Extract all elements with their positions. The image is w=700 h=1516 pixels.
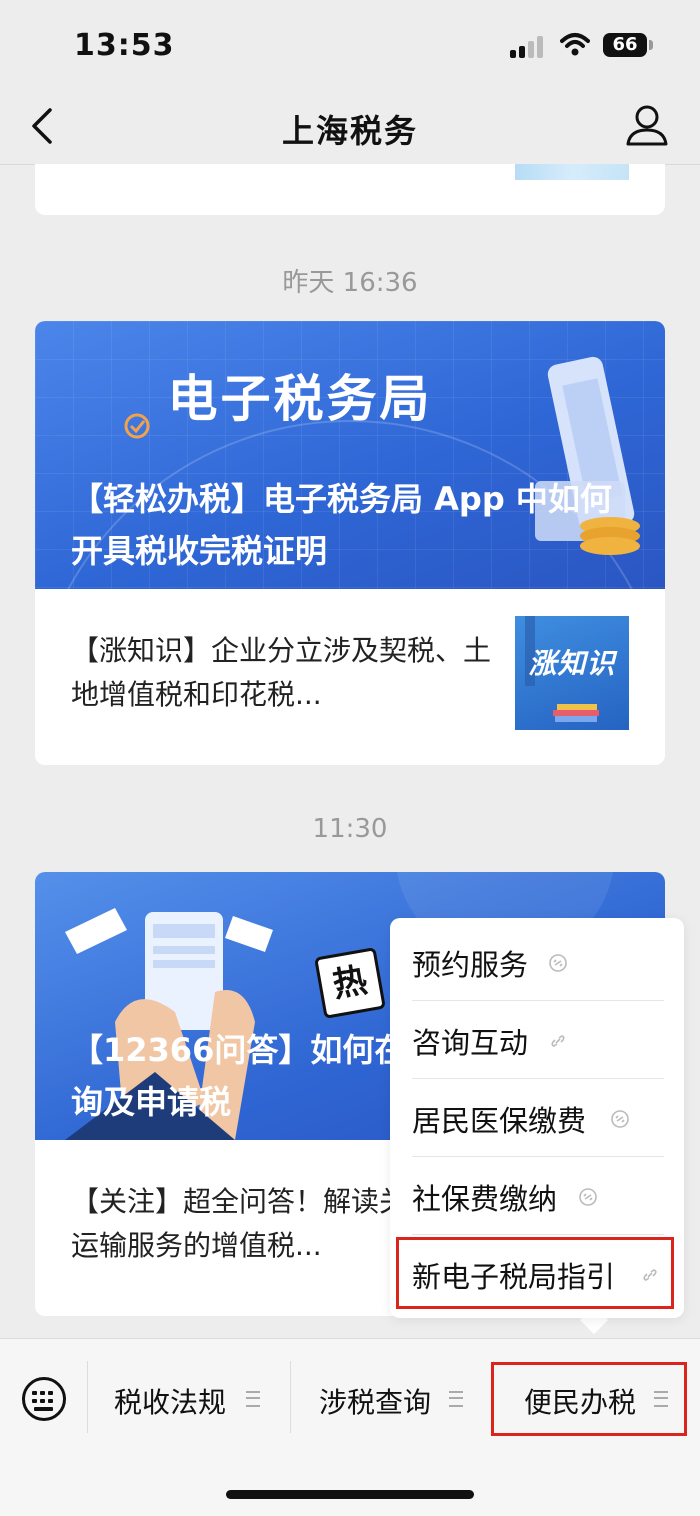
sub-article-title: 【涨知识】企业分立涉及契税、土地增值税和印花税...: [71, 634, 491, 711]
profile-icon[interactable]: [624, 102, 670, 148]
tab-tax-inquiry[interactable]: 涉税查询: [291, 1361, 493, 1435]
home-indicator: [226, 1490, 474, 1499]
link-icon: [551, 1035, 565, 1047]
highlight-box-menu-item: [396, 1237, 674, 1309]
keyboard-toggle-icon[interactable]: [22, 1377, 66, 1421]
battery-tip: [649, 40, 653, 50]
message-timestamp: 昨天 16:36: [282, 268, 418, 298]
article-thumbnail: 涨知识: [515, 616, 629, 730]
thumbnail-text: 涨知识: [528, 647, 616, 680]
menu-lines-icon: [449, 1391, 463, 1407]
status-time: 13:53: [74, 28, 175, 63]
battery-indicator: 66: [603, 33, 647, 57]
menu-item-label: 预约服务: [412, 948, 529, 982]
status-bar: 13:53 66: [0, 0, 700, 90]
tab-label: 涉税查询: [319, 1386, 432, 1419]
menu-item-label: 社保费缴纳: [412, 1182, 558, 1216]
menu-item-label: 居民医保缴费: [412, 1104, 587, 1138]
menu-item-consultation[interactable]: 咨询互动: [412, 1000, 664, 1079]
highlight-box-tab: [491, 1362, 687, 1436]
mini-program-link-icon: [611, 1110, 629, 1128]
menu-lines-icon: [246, 1391, 260, 1407]
hero-heading: 电子税务局: [167, 370, 433, 428]
message-timestamp: 11:30: [312, 814, 388, 844]
menu-item-appointment[interactable]: 预约服务: [412, 922, 664, 1001]
article-group-card: 电子税务局 【轻松办税】电子税务局 App 中如何开具税收完税证明 【涨知识】企…: [35, 321, 665, 765]
wifi-icon: [560, 33, 590, 56]
previous-article-card[interactable]: [35, 164, 665, 215]
menu-item-social-insurance[interactable]: 社保费缴纳: [412, 1156, 664, 1235]
mini-program-link-icon: [549, 954, 567, 972]
mini-program-link-icon: [579, 1188, 597, 1206]
hot-badge: 热: [314, 947, 386, 1019]
tab-tax-regulations[interactable]: 税收法规: [88, 1361, 290, 1435]
tab-label: 税收法规: [114, 1386, 227, 1419]
page-title: 上海税务: [281, 112, 418, 150]
menu-item-label: 咨询互动: [412, 1026, 529, 1060]
article-thumbnail: [515, 164, 629, 180]
nav-bar: 上海税务: [0, 90, 700, 165]
cellular-signal-icon: [510, 34, 546, 58]
hero-article-title: 【轻松办税】电子税务局 App 中如何开具税收完税证明: [71, 480, 612, 570]
menu-item-medical-insurance[interactable]: 居民医保缴费: [412, 1078, 664, 1157]
sub-article-row[interactable]: 【涨知识】企业分立涉及契税、土地增值税和印花税... 涨知识: [35, 589, 665, 765]
hero-article[interactable]: 电子税务局 【轻松办税】电子税务局 App 中如何开具税收完税证明: [35, 321, 665, 589]
